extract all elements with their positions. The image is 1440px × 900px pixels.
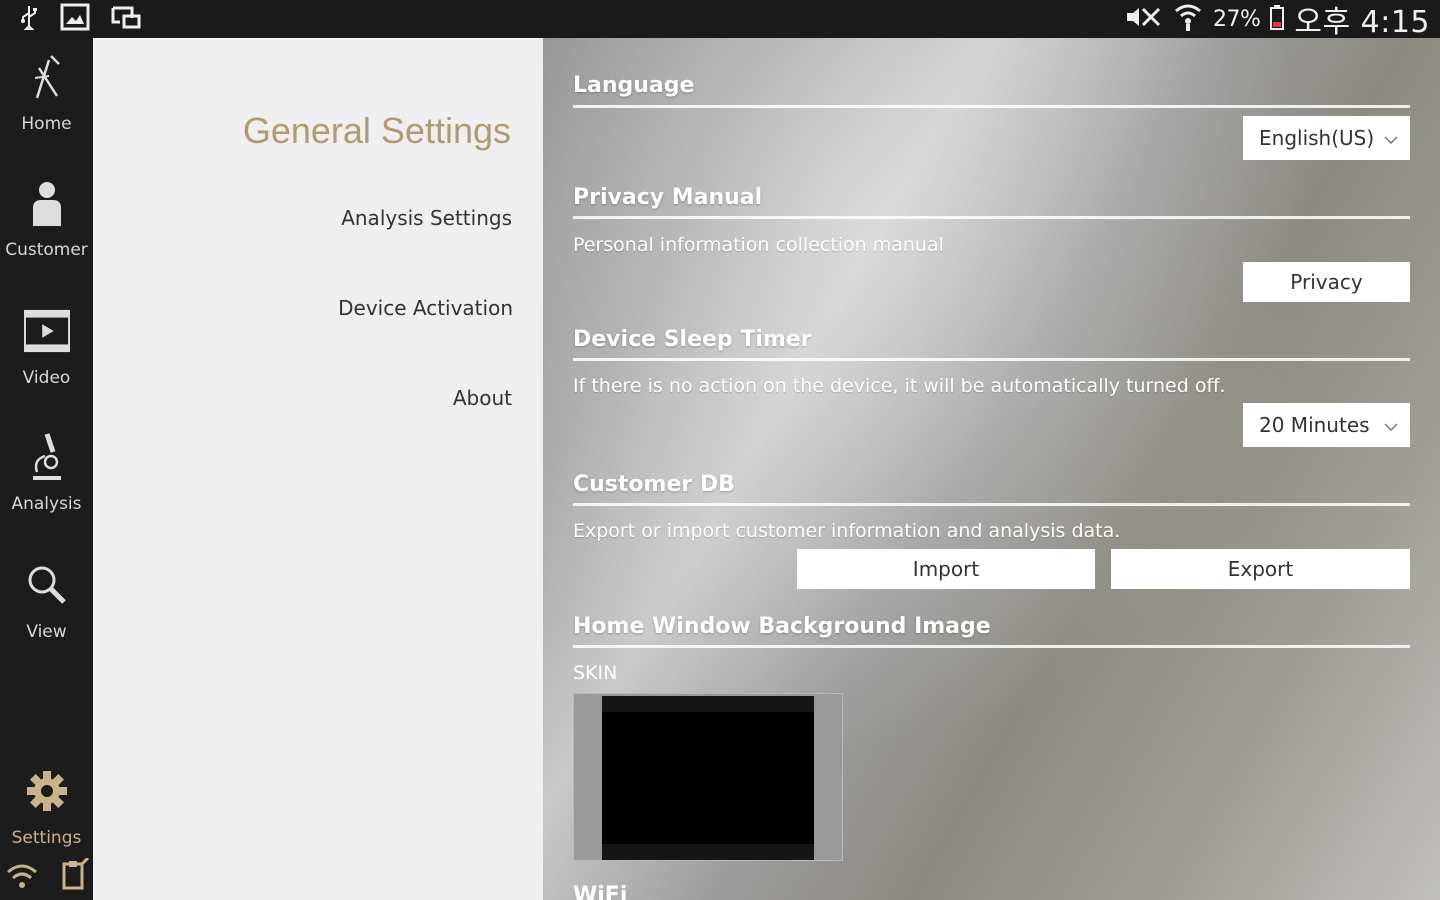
nav-item-label: Home [21, 114, 72, 134]
nav-item-label: Analysis [11, 494, 82, 514]
status-bar: 27% 오후 4:15 [0, 0, 1440, 40]
status-bar-left [18, 3, 142, 35]
clock: 오후 4:15 [1294, 5, 1430, 40]
clipboard-icon [60, 856, 90, 894]
video-icon [23, 308, 70, 354]
menu-title: General Settings [242, 110, 511, 151]
divider [573, 645, 1410, 648]
divider [573, 358, 1410, 361]
chevron-down-icon [1384, 128, 1398, 145]
skin-preview-image [602, 696, 814, 860]
screen-mirror-icon [110, 3, 142, 35]
nav-item-label: Video [22, 368, 71, 388]
chevron-down-icon [1384, 415, 1398, 432]
settings-menu: General Settings Analysis Settings Devic… [93, 38, 543, 900]
nav-item-view[interactable]: View [0, 562, 93, 672]
skin-preview-band [602, 696, 814, 712]
nav-item-video[interactable]: Video [0, 308, 93, 418]
divider [573, 503, 1410, 506]
wifi-icon [1173, 2, 1203, 36]
nav-item-home[interactable]: Home [0, 54, 93, 164]
microscope-icon [24, 433, 70, 480]
section-title-language: Language [573, 73, 695, 98]
menu-item-about[interactable]: About [453, 386, 512, 410]
search-icon [24, 562, 70, 608]
customer-icon [24, 180, 70, 226]
wifi-status-icon [6, 862, 38, 894]
menu-item-device-activation[interactable]: Device Activation [338, 296, 513, 320]
section-title-customer-db: Customer DB [573, 472, 735, 497]
import-button[interactable]: Import [797, 549, 1095, 589]
menu-item-analysis-settings[interactable]: Analysis Settings [341, 206, 512, 230]
battery-icon [1270, 4, 1285, 34]
language-select-value: English(US) [1259, 126, 1375, 150]
skin-preview-band [602, 844, 814, 860]
skin-background-thumbnail[interactable] [573, 693, 843, 861]
status-bar-right: 27% 오후 4:15 [1125, 2, 1430, 40]
battery-percent: 27% [1212, 6, 1261, 32]
section-title-wifi: WiFi [573, 883, 628, 900]
mute-icon [1125, 5, 1163, 33]
sleep-timer-description: If there is no action on the device, it … [573, 375, 1226, 397]
nav-item-label: Settings [11, 828, 82, 848]
privacy-description: Personal information collection manual [573, 234, 944, 256]
section-title-privacy: Privacy Manual [573, 185, 763, 210]
nav-item-customer[interactable]: Customer [0, 180, 93, 290]
skin-label: SKIN [573, 662, 618, 684]
nav-item-label: View [26, 622, 67, 642]
section-title-background-image: Home Window Background Image [573, 614, 991, 639]
export-button[interactable]: Export [1111, 549, 1410, 589]
sleep-timer-select-value: 20 Minutes [1259, 413, 1370, 437]
section-title-sleep-timer: Device Sleep Timer [573, 327, 812, 352]
language-select[interactable]: English(US) [1243, 116, 1410, 160]
divider [573, 216, 1410, 219]
customer-db-description: Export or import customer information an… [573, 520, 1121, 542]
home-icon [24, 54, 70, 100]
sleep-timer-select[interactable]: 20 Minutes [1243, 403, 1410, 447]
nav-item-analysis[interactable]: Analysis [0, 433, 93, 544]
usb-icon [18, 4, 40, 34]
privacy-button[interactable]: Privacy [1243, 262, 1410, 302]
settings-content: Language English(US) Privacy Manual Pers… [543, 38, 1440, 900]
gear-icon [24, 768, 70, 814]
gallery-icon [60, 3, 90, 35]
nav-rail: Home Customer Video Analysis View Settin… [0, 38, 93, 900]
divider [573, 105, 1410, 108]
nav-item-label: Customer [5, 240, 88, 260]
